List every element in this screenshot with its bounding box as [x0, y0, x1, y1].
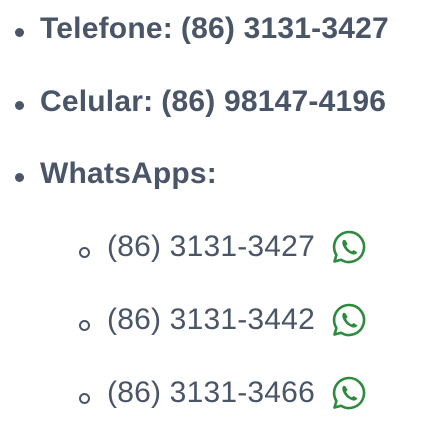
telefone-line: Telefone: (86) 3131-3427 [40, 12, 389, 46]
whatsapps-line: WhatsApps: [40, 157, 217, 191]
whatsapp-icon[interactable] [331, 375, 367, 411]
whatsapp-number[interactable]: (86) 3131-3442 [107, 303, 315, 337]
celular-label: Celular: [40, 85, 154, 118]
bullet-disc [15, 101, 24, 110]
whatsapp-number[interactable]: (86) 3131-3466 [107, 376, 315, 410]
bullet-circle [79, 320, 90, 331]
telefone-label: Telefone: [40, 12, 173, 45]
bullet-circle [79, 393, 90, 404]
whatsapp-number[interactable]: (86) 3131-3427 [107, 230, 315, 264]
telefone-value: (86) 3131-3427 [180, 12, 389, 45]
whatsapp-icon[interactable] [331, 229, 367, 265]
whatsapp-line: (86) 3131-3442 [107, 302, 367, 338]
whatsapp-line: (86) 3131-3427 [107, 229, 367, 265]
whatsapp-icon[interactable] [331, 302, 367, 338]
bullet-circle [79, 247, 90, 258]
celular-line: Celular: (86) 98147-4196 [40, 85, 386, 119]
celular-value: (86) 98147-4196 [161, 85, 387, 118]
bullet-disc [15, 28, 24, 37]
whatsapp-line: (86) 3131-3466 [107, 375, 367, 411]
whatsapps-label: WhatsApps: [40, 157, 217, 190]
bullet-disc [15, 173, 24, 182]
